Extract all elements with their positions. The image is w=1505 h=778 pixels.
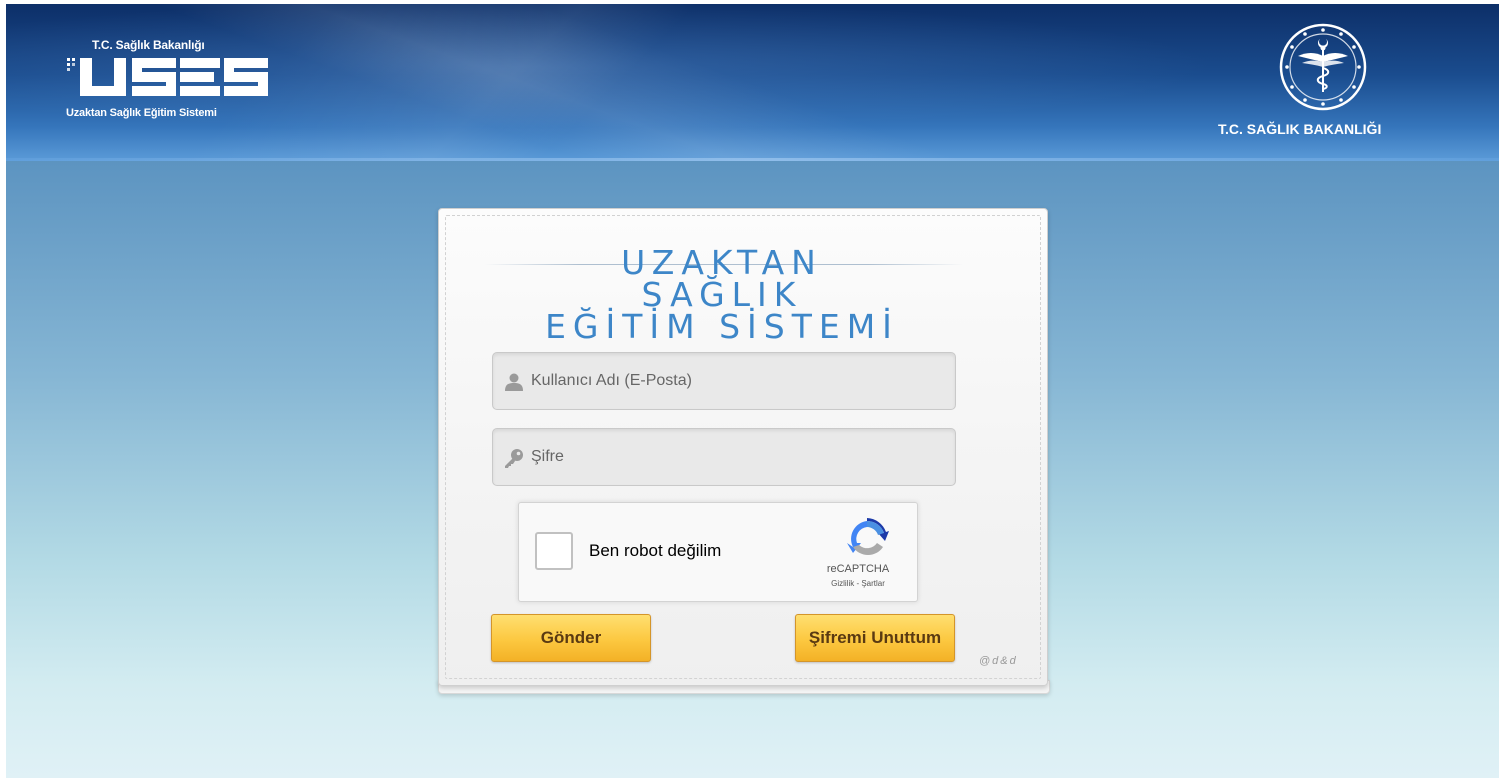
login-card: UZAKTAN SAĞLIK EĞİTİM SİSTEMİ Ben robot …: [438, 208, 1048, 686]
caduceus-emblem-icon: [1279, 23, 1367, 111]
password-field[interactable]: [492, 428, 956, 486]
recaptcha-checkbox[interactable]: [535, 532, 573, 570]
login-title-line-2: EĞİTİM SİSTEMİ: [545, 307, 899, 346]
logo-ministry-text: T.C. Sağlık Bakanlığı: [92, 38, 205, 52]
recaptcha-brand: reCAPTCHA: [826, 563, 890, 575]
username-field[interactable]: [492, 352, 956, 410]
key-icon: [505, 449, 523, 468]
credit-text: @d&d: [979, 655, 1018, 667]
recaptcha-logo-icon: [847, 518, 889, 556]
login-title-line-1: UZAKTAN SAĞLIK: [621, 243, 823, 314]
ministry-logo[interactable]: T.C. SAĞLIK BAKANLIĞI: [1210, 22, 1440, 147]
uses-logo[interactable]: T.C. Sağlık Bakanlığı Uzaktan Sağlık Eği…: [64, 26, 274, 126]
ministry-name: T.C. SAĞLIK BAKANLIĞI: [1218, 121, 1382, 137]
user-icon: [505, 373, 523, 391]
submit-button[interactable]: Gönder: [491, 614, 651, 662]
password-input[interactable]: [531, 429, 941, 485]
recaptcha-links[interactable]: Gizlilik - Şartlar: [815, 579, 901, 588]
logo-system-text: Uzaktan Sağlık Eğitim Sistemi: [66, 107, 217, 119]
forgot-password-button[interactable]: Şifremi Unuttum: [795, 614, 955, 662]
page-background: T.C. Sağlık Bakanlığı Uzaktan Sağlık Eği…: [6, 4, 1499, 778]
recaptcha-widget: Ben robot değilim reCAPTCHA Gizlilik - Ş…: [518, 502, 918, 602]
header-banner: T.C. Sağlık Bakanlığı Uzaktan Sağlık Eği…: [6, 4, 1499, 161]
login-title: UZAKTAN SAĞLIK EĞİTİM SİSTEMİ: [537, 243, 907, 346]
uses-logo-icon: [67, 58, 268, 96]
username-input[interactable]: [531, 353, 941, 409]
recaptcha-label: Ben robot değilim: [589, 541, 722, 560]
